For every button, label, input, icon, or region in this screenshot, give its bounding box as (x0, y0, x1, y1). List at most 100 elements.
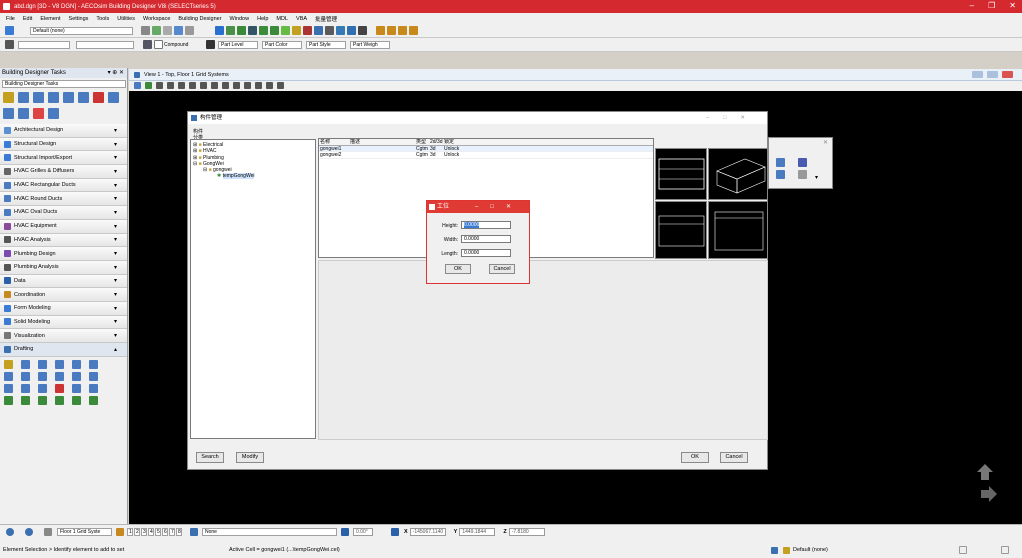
rotate-view-icon[interactable] (211, 82, 218, 89)
part-level-dropdown[interactable]: Part Level (218, 41, 258, 49)
table-row[interactable]: gongwei2 Cgtm 3d Unlock (319, 152, 653, 159)
category-plumbing-analysis[interactable]: Plumbing Analysis ▾ (0, 260, 127, 275)
extend-icon[interactable] (21, 371, 30, 381)
menu-element[interactable]: Element (40, 16, 60, 22)
drafting-select-icon[interactable] (4, 359, 13, 369)
delete-tool-icon[interactable] (93, 92, 104, 103)
mirror-icon[interactable] (259, 26, 268, 35)
wall-tool-icon[interactable] (18, 92, 29, 103)
minimize-icon[interactable]: – (970, 1, 974, 10)
zoom-out-icon[interactable] (178, 82, 185, 89)
category-hvac-rect-ducts[interactable]: HVAC Rectangular Ducts ▾ (0, 178, 127, 193)
clip-volume-icon[interactable] (255, 82, 262, 89)
col-lock[interactable]: 锁定 (443, 139, 483, 144)
length-input[interactable]: 0.0000 (461, 249, 511, 257)
view-button-8[interactable]: 8 (176, 528, 182, 536)
door-icon[interactable] (387, 26, 396, 35)
dimension-icon[interactable] (163, 26, 172, 35)
spline-icon[interactable] (89, 359, 98, 369)
cell-place-icon[interactable] (4, 395, 13, 405)
panel-pin-icon[interactable]: ▾ ⊕ ✕ (108, 68, 127, 78)
polygon-icon[interactable] (72, 371, 81, 381)
menu-batch[interactable]: 批量管理 (315, 15, 337, 23)
text-place-icon[interactable] (55, 383, 64, 393)
view-button-2[interactable]: 2 (134, 528, 140, 536)
modify-icon[interactable] (292, 26, 301, 35)
space-tool-icon[interactable] (78, 92, 89, 103)
fit-view-icon[interactable] (200, 82, 207, 89)
grid-icon[interactable] (358, 26, 367, 35)
menu-settings[interactable]: Settings (69, 16, 89, 22)
view-button-4[interactable]: 4 (148, 528, 154, 536)
part-weight-dropdown[interactable]: Part Weigh (350, 41, 390, 49)
tag-icon[interactable] (336, 26, 345, 35)
select-tool-icon[interactable] (3, 92, 14, 103)
input-ok-button[interactable]: OK (445, 264, 471, 274)
display-style-icon[interactable] (145, 82, 152, 89)
category-plumbing-design[interactable]: Plumbing Design ▾ (0, 247, 127, 261)
view-button-5[interactable]: 5 (155, 528, 161, 536)
dialog-ok-button[interactable]: OK (681, 452, 709, 463)
menu-workspace[interactable]: Workspace (143, 16, 170, 22)
input-cancel-button[interactable]: Cancel (489, 264, 515, 274)
view-attr-icon[interactable] (134, 82, 141, 89)
status-pen-icon[interactable] (771, 546, 778, 554)
arc-icon[interactable] (72, 359, 81, 369)
wall-icon[interactable] (376, 26, 385, 35)
part-style-dropdown[interactable]: Part Style (306, 41, 346, 49)
status-display-icon[interactable] (1001, 546, 1009, 554)
move-icon[interactable] (237, 26, 246, 35)
element-icon[interactable] (143, 40, 152, 49)
view-button-6[interactable]: 6 (162, 528, 168, 536)
rect-icon[interactable] (55, 371, 64, 381)
palette-info-icon[interactable] (776, 170, 785, 179)
dimension-place-icon[interactable] (72, 383, 81, 393)
window-tool-icon[interactable] (48, 92, 59, 103)
angle-field[interactable]: 0.00° (353, 528, 373, 536)
fence-icon[interactable] (215, 26, 224, 35)
search-button[interactable]: Search (196, 452, 224, 463)
part-color-dropdown[interactable]: Part Color (262, 41, 302, 49)
window-icon[interactable] (398, 26, 407, 35)
axis-icon[interactable] (391, 528, 399, 536)
col-dim[interactable]: 2d/3d (429, 139, 443, 144)
group-tool-icon[interactable] (108, 92, 119, 103)
view-button-1[interactable]: 1 (127, 528, 133, 536)
category-coordination[interactable]: Coordination ▾ (0, 288, 127, 302)
menu-tools[interactable]: Tools (96, 16, 109, 22)
palette-close-icon[interactable]: ✕ (823, 139, 828, 146)
models-icon[interactable] (44, 528, 52, 536)
accudraw-icon[interactable] (341, 528, 349, 536)
fillet-icon[interactable] (38, 383, 47, 393)
menu-mdl[interactable]: MDL (276, 16, 288, 22)
palette-edit-icon[interactable] (776, 158, 785, 167)
category-data[interactable]: Data ▾ (0, 274, 127, 289)
view-button-3[interactable]: 3 (141, 528, 147, 536)
delete-icon[interactable] (303, 26, 312, 35)
tasks-dropdown[interactable]: Building Designer Tasks (2, 80, 126, 88)
fill-icon[interactable] (55, 395, 64, 405)
menu-vba[interactable]: VBA (296, 16, 307, 22)
ellipse-icon[interactable] (4, 383, 13, 393)
view-restore-icon[interactable] (987, 71, 998, 78)
category-drafting[interactable]: Drafting ▴ (0, 343, 127, 357)
next-view-icon[interactable] (244, 82, 251, 89)
break-icon[interactable] (38, 371, 47, 381)
lock-icon[interactable] (783, 546, 790, 554)
pattern-icon[interactable] (38, 395, 47, 405)
height-input[interactable]: 0.0000 (461, 221, 511, 229)
menu-utilities[interactable]: Utilities (117, 16, 135, 22)
pen-icon[interactable] (5, 40, 14, 49)
sphere-icon[interactable] (174, 26, 183, 35)
style-dropdown[interactable] (18, 41, 70, 49)
view-close-icon[interactable] (1002, 71, 1013, 78)
category-structural-design[interactable]: Structural Design ▾ (0, 137, 127, 152)
palette-more-icon[interactable]: ▾ (815, 174, 818, 181)
category-architectural-design[interactable]: Architectural Design ▾ (0, 124, 127, 138)
curve-icon[interactable] (55, 359, 64, 369)
input-dialog-controls[interactable]: –□✕ (475, 201, 523, 213)
weight-dropdown[interactable] (76, 41, 134, 49)
menu-help[interactable]: Help (257, 16, 268, 22)
clip-mask-icon[interactable] (266, 82, 273, 89)
copy-icon[interactable] (226, 26, 235, 35)
